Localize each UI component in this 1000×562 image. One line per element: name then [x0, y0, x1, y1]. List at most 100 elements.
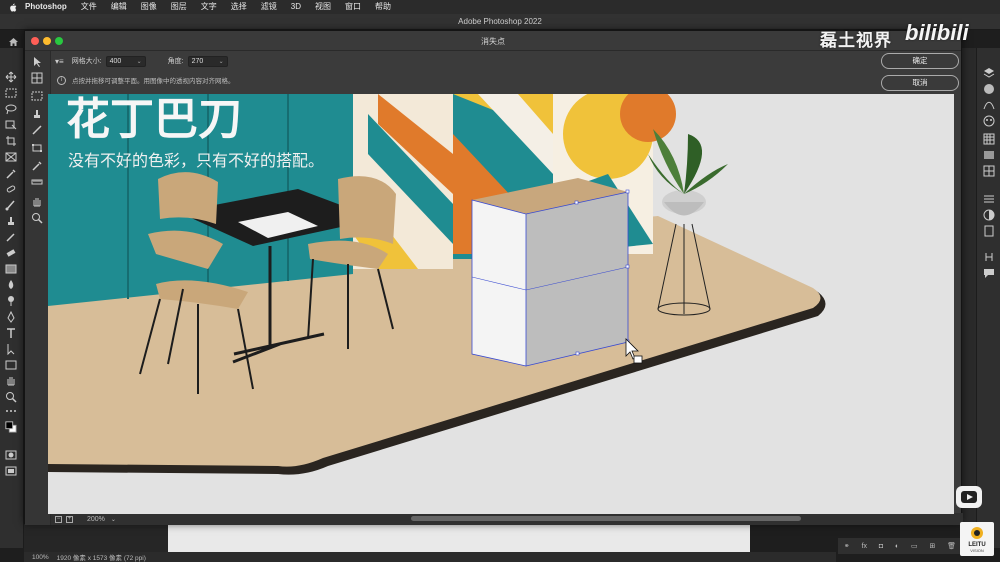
hand-dialog-tool-icon[interactable] — [31, 195, 43, 207]
cabinet-side — [526, 192, 628, 366]
fx-button[interactable]: fx — [862, 543, 867, 550]
menu-image[interactable]: 图像 — [141, 0, 157, 14]
quick-mask-icon[interactable] — [4, 448, 18, 460]
plane-menu-icon[interactable]: ▾≡ — [55, 57, 64, 66]
menu-photoshop[interactable]: Photoshop — [25, 0, 67, 14]
play-badge-icon[interactable] — [956, 486, 982, 508]
properties-icon[interactable] — [983, 224, 995, 237]
status-doc-info: 1920 像素 x 1573 像素 (72 ppi) — [56, 555, 146, 562]
grid-size-field[interactable]: 400 ⌄ — [105, 55, 146, 67]
banner-headline: 花丁巴刀 — [66, 95, 242, 144]
hint-text: 点按并拖移可调整平面。用图像中的透视内容对齐网格。 — [72, 78, 235, 85]
path-select-tool-icon[interactable] — [4, 342, 18, 356]
eyedropper-tool-icon[interactable] — [4, 166, 18, 179]
more-tools-icon[interactable] — [4, 404, 18, 416]
menu-layer[interactable]: 图层 — [171, 0, 187, 14]
type-tool-icon[interactable] — [4, 326, 18, 338]
right-scroll-strip — [962, 48, 976, 538]
gradients-icon[interactable] — [983, 148, 995, 160]
horizontal-scrollbar[interactable] — [411, 516, 801, 521]
dodge-tool-icon[interactable] — [4, 294, 18, 306]
logo-subtext: VISION — [970, 548, 984, 553]
gradient-tool-icon[interactable] — [4, 262, 18, 274]
zoom-tool-icon[interactable] — [4, 390, 18, 403]
photoshop-window: Photoshop 文件 编辑 图像 图层 文字 选择 滤镜 3D 视图 窗口 … — [0, 0, 1000, 562]
zoom-in-button[interactable]: + — [66, 515, 73, 523]
paths-icon[interactable] — [983, 98, 995, 110]
menu-edit[interactable]: 编辑 — [111, 0, 127, 14]
clone-stamp-tool-icon[interactable] — [4, 214, 18, 226]
menu-file[interactable]: 文件 — [81, 0, 97, 14]
marquee-tool-icon[interactable] — [4, 86, 18, 98]
blur-tool-icon[interactable] — [4, 278, 18, 290]
eraser-tool-icon[interactable] — [4, 246, 18, 258]
zoom-dialog-tool-icon[interactable] — [31, 211, 43, 224]
object-select-tool-icon[interactable] — [4, 118, 18, 130]
adjustments-icon[interactable] — [983, 192, 995, 204]
menu-select[interactable]: 选择 — [231, 0, 247, 14]
marquee-dialog-tool-icon[interactable] — [31, 89, 43, 101]
chevron-down-icon[interactable]: ⌄ — [137, 57, 142, 67]
menu-3d[interactable]: 3D — [291, 0, 301, 14]
right-panel-icons — [976, 48, 1000, 548]
menu-filter[interactable]: 滤镜 — [261, 0, 277, 14]
menu-window[interactable]: 窗口 — [345, 0, 361, 14]
stamp-dialog-tool-icon[interactable] — [31, 107, 43, 119]
hand-tool-icon[interactable] — [4, 374, 18, 386]
adjustment-layer-icon[interactable]: ◐ — [895, 543, 899, 550]
pen-tool-icon[interactable] — [4, 310, 18, 323]
brush-tool-icon[interactable] — [4, 198, 18, 211]
cancel-button[interactable]: 取消 — [881, 75, 959, 91]
channels-icon[interactable] — [983, 82, 995, 94]
new-layer-icon[interactable]: ⊞ — [929, 542, 935, 550]
healing-brush-tool-icon[interactable] — [4, 182, 18, 194]
new-group-icon[interactable]: ▭ — [911, 542, 918, 550]
history-icon[interactable] — [983, 250, 995, 262]
layers-panel-footer: ⚭ fx ◘ ◐ ▭ ⊞ 🗑 — [838, 538, 962, 554]
angle-field[interactable]: 270 ⌄ — [187, 55, 228, 67]
layers-icon[interactable] — [983, 66, 995, 78]
rectangle-tool-icon[interactable] — [4, 358, 18, 370]
apple-icon[interactable] — [9, 2, 19, 12]
ok-button[interactable]: 确定 — [881, 53, 959, 69]
transform-dialog-tool-icon[interactable] — [31, 141, 43, 153]
foreground-background-swatch[interactable] — [4, 420, 18, 433]
measure-dialog-tool-icon[interactable] — [31, 175, 43, 187]
color-icon[interactable] — [983, 114, 995, 127]
delete-layer-icon[interactable]: 🗑 — [947, 542, 956, 550]
link-layers-icon[interactable]: ⚭ — [844, 542, 850, 550]
comments-icon[interactable] — [983, 266, 995, 278]
menu-type[interactable]: 文字 — [201, 0, 217, 14]
document-background-dark — [24, 524, 168, 552]
chair-back-right — [338, 176, 396, 244]
styles-icon[interactable] — [983, 208, 995, 221]
preview-canvas[interactable]: 花丁巴刀 没有不好的色彩，只有不好的搭配。 — [48, 94, 954, 514]
eyedropper-dialog-tool-icon[interactable] — [31, 159, 43, 171]
menu-help[interactable]: 帮助 — [375, 0, 391, 14]
grid-size-value: 400 — [109, 57, 122, 65]
info-icon: i — [57, 75, 66, 85]
mac-menubar: Photoshop 文件 编辑 图像 图层 文字 选择 滤镜 3D 视图 窗口 … — [0, 0, 1000, 14]
status-zoom[interactable]: 100% — [32, 554, 49, 561]
chevron-down-icon[interactable]: ⌄ — [111, 516, 116, 523]
layer-mask-icon[interactable]: ◘ — [879, 543, 883, 550]
history-brush-tool-icon[interactable] — [4, 230, 18, 242]
dialog-zoom-level[interactable]: 200% — [87, 516, 105, 523]
patterns-icon[interactable] — [983, 164, 995, 177]
swatches-icon[interactable] — [983, 132, 995, 145]
create-plane-tool-icon[interactable] — [31, 71, 43, 84]
lasso-tool-icon[interactable] — [4, 102, 18, 115]
move-tool-icon[interactable] — [4, 70, 18, 83]
frame-tool-icon[interactable] — [4, 150, 18, 162]
chevron-down-icon[interactable]: ⌄ — [219, 57, 224, 67]
chair-back-left — [158, 172, 218, 224]
zoom-out-button[interactable]: − — [55, 515, 62, 523]
brush-dialog-tool-icon[interactable] — [31, 123, 43, 135]
leitu-logo: LEITU VISION — [960, 522, 994, 556]
dialog-options-bar: ▾≡ 网格大小: 400 ⌄ 角度: 270 ⌄ — [51, 51, 851, 71]
crop-tool-icon[interactable] — [4, 134, 18, 146]
edit-plane-tool-icon[interactable] — [31, 55, 43, 67]
menu-view[interactable]: 视图 — [315, 0, 331, 14]
document-background — [168, 524, 750, 552]
screen-mode-icon[interactable] — [4, 464, 18, 476]
